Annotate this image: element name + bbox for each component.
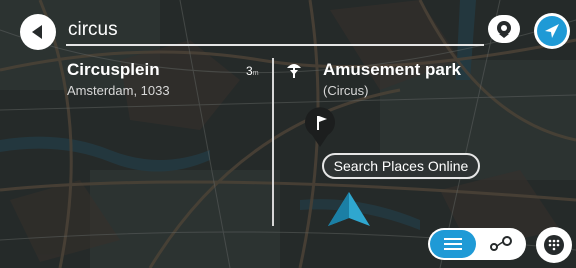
list-view-button[interactable] xyxy=(430,230,476,258)
result-distance: 3m xyxy=(246,64,259,78)
route-icon xyxy=(490,236,512,251)
result-subtitle: Amsterdam, 1033 xyxy=(67,83,170,98)
result-title: Amusement park xyxy=(323,60,461,79)
list-icon xyxy=(444,238,462,250)
location-pin-icon xyxy=(497,21,511,38)
result-title: Circuspl­ein xyxy=(67,60,160,79)
navigation-arrow-icon xyxy=(545,24,559,38)
current-position-arrow-icon xyxy=(328,192,370,226)
result-subtitle: (Circus) xyxy=(323,83,369,98)
search-input-underline xyxy=(66,44,484,46)
back-arrow-icon xyxy=(31,25,42,39)
route-view-button[interactable] xyxy=(478,230,524,258)
location-toggle-button[interactable] xyxy=(488,15,520,43)
current-location-button[interactable] xyxy=(534,13,570,49)
keyboard-dots-icon xyxy=(544,235,564,255)
distance-value: 3 xyxy=(246,64,253,78)
amusement-park-icon xyxy=(287,64,301,78)
map-flag-pin-icon[interactable] xyxy=(302,107,338,149)
search-places-online-button[interactable]: Search Places Online xyxy=(322,153,480,179)
view-mode-toggle[interactable] xyxy=(428,228,526,260)
search-query-text[interactable]: circus xyxy=(68,19,118,41)
navigation-screen: circus Circuspl­ein Amsterdam, 1033 3m A… xyxy=(0,0,576,268)
nav-button-inner xyxy=(537,16,567,46)
keyboard-button[interactable] xyxy=(536,227,572,263)
distance-unit: m xyxy=(252,70,259,77)
back-button[interactable] xyxy=(20,14,56,50)
results-divider xyxy=(272,58,274,226)
